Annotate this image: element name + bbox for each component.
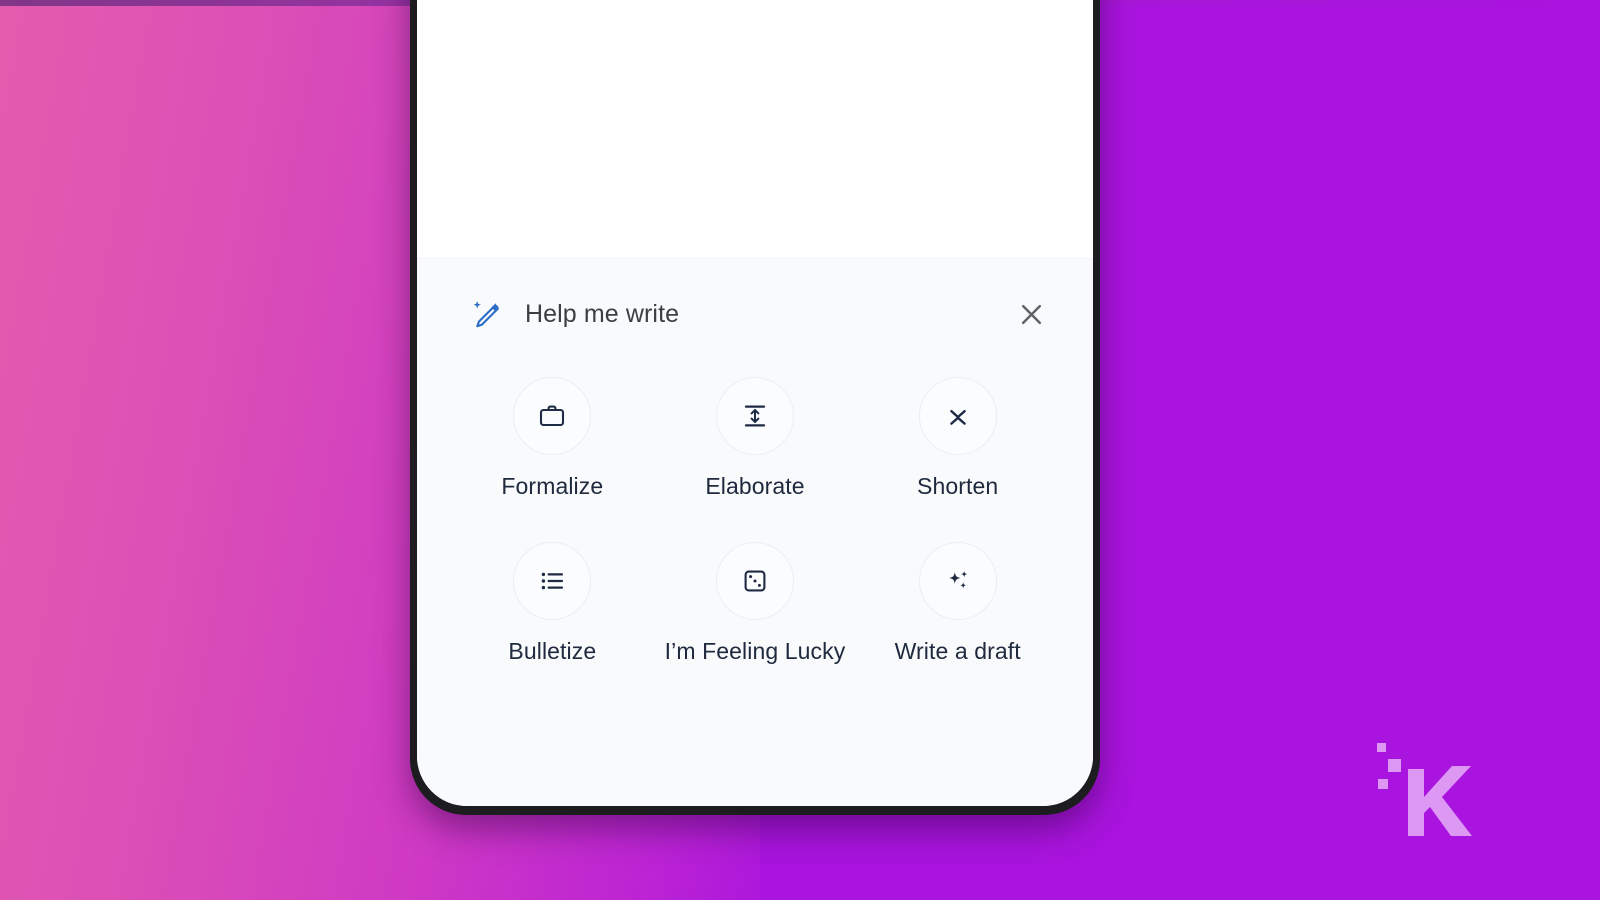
sheet-header: Help me write bbox=[417, 259, 1093, 369]
option-label: Shorten bbox=[917, 473, 999, 499]
option-icon-circle bbox=[513, 377, 592, 455]
sheet-title: Help me write bbox=[525, 299, 680, 328]
briefcase-icon bbox=[537, 401, 567, 431]
screenshot-stage: Help me write Formalize Elaborate Shorte… bbox=[0, 0, 1600, 900]
option-icon-circle bbox=[918, 542, 997, 620]
close-button[interactable] bbox=[1009, 292, 1053, 336]
option-write-a-draft[interactable]: Write a draft bbox=[856, 542, 1059, 665]
sparkles-icon bbox=[943, 566, 973, 596]
option-label: Elaborate bbox=[705, 473, 805, 499]
phone-screen: Help me write Formalize Elaborate Shorte… bbox=[417, 0, 1093, 806]
option-formalize[interactable]: Formalize bbox=[451, 377, 654, 500]
magic-pencil-icon bbox=[469, 296, 505, 332]
collapse-vertical-icon bbox=[943, 401, 973, 431]
option-label: Bulletize bbox=[508, 638, 597, 664]
bulleted-list-icon bbox=[537, 566, 567, 596]
option-icon-circle bbox=[715, 542, 794, 620]
option-icon-circle bbox=[715, 377, 794, 455]
expand-vertical-icon bbox=[740, 401, 770, 431]
option-bulletize[interactable]: Bulletize bbox=[451, 542, 654, 665]
option-im-feeling-lucky[interactable]: I’m Feeling Lucky bbox=[654, 542, 857, 665]
dice-icon bbox=[740, 566, 770, 596]
close-icon bbox=[1018, 301, 1045, 328]
option-icon-circle bbox=[513, 542, 592, 620]
option-label: I’m Feeling Lucky bbox=[664, 638, 846, 664]
option-shorten[interactable]: Shorten bbox=[856, 377, 1059, 500]
option-label: Write a draft bbox=[894, 638, 1021, 664]
help-me-write-options-grid: Formalize Elaborate Shorten Bulletize I’… bbox=[417, 369, 1093, 665]
help-me-write-sheet: Help me write Formalize Elaborate Shorte… bbox=[417, 258, 1093, 806]
app-content-area-blank bbox=[417, 0, 1093, 258]
option-elaborate[interactable]: Elaborate bbox=[654, 377, 857, 500]
option-label: Formalize bbox=[501, 473, 604, 499]
option-icon-circle bbox=[918, 377, 997, 455]
knowtechie-k-logo bbox=[1372, 735, 1482, 840]
phone-device-frame: Help me write Formalize Elaborate Shorte… bbox=[410, 0, 1100, 815]
